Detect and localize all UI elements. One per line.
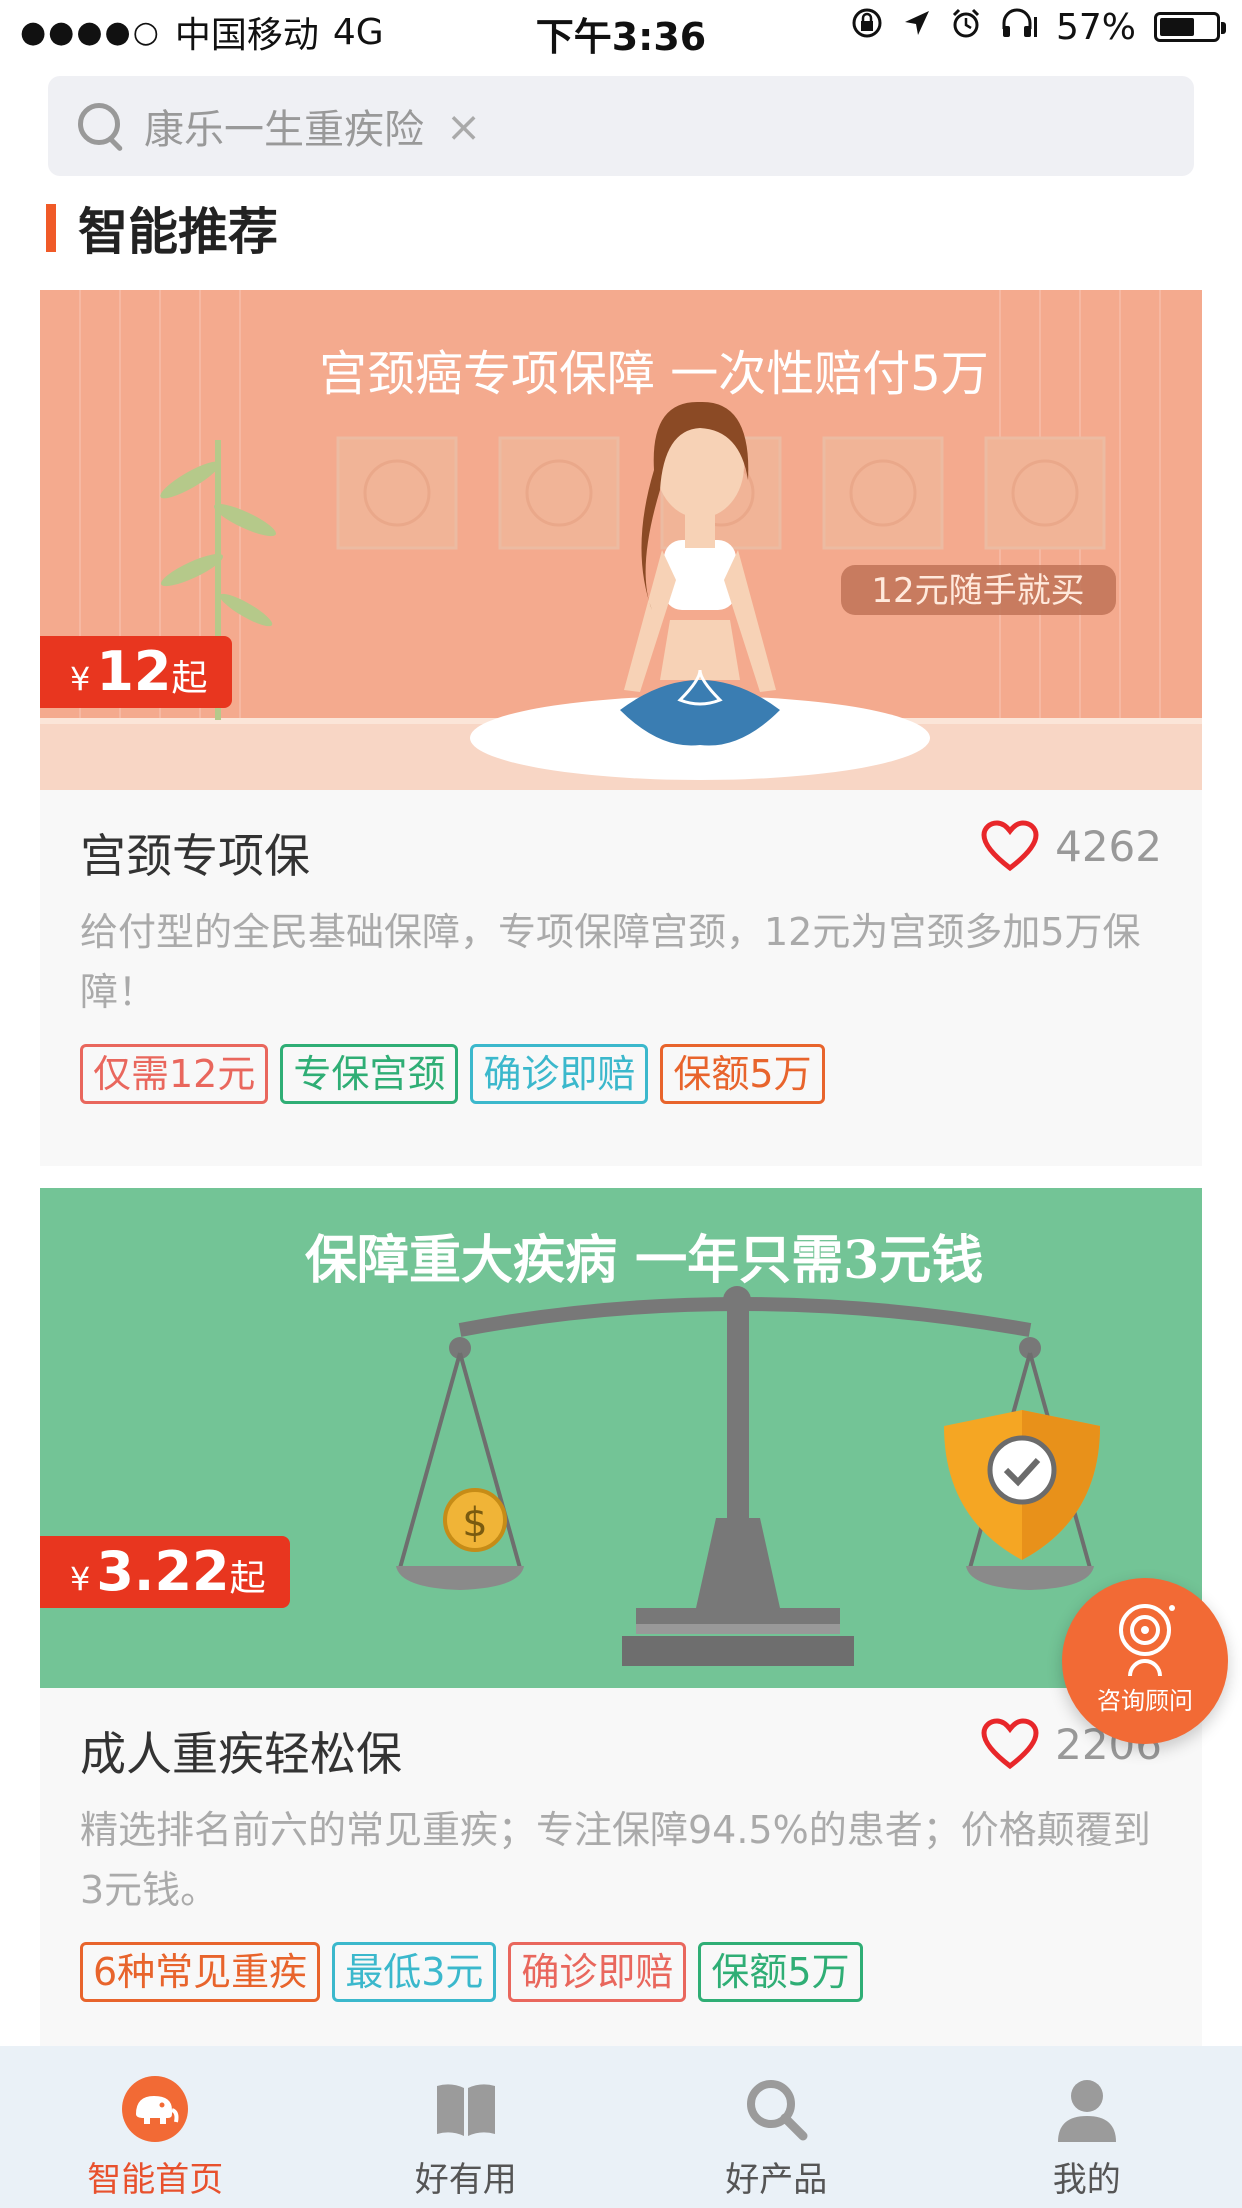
nav-item-useful[interactable]: 好有用 bbox=[311, 2046, 622, 2208]
clear-search-icon[interactable]: × bbox=[446, 102, 481, 151]
price-currency: ¥ bbox=[70, 660, 91, 698]
battery-percent: 57% bbox=[1055, 6, 1136, 48]
nav-label: 智能首页 bbox=[87, 2160, 224, 2200]
battery-icon bbox=[1154, 12, 1226, 42]
tag-list: 仅需12元 专保宫颈 确诊即赔 保额5万 bbox=[80, 1044, 1162, 1104]
elephant-home-icon bbox=[122, 2076, 189, 2142]
price-badge: ¥ 3.22 起 bbox=[40, 1536, 290, 1608]
consult-advisor-button[interactable]: 咨询顾问 bbox=[1062, 1578, 1228, 1744]
card-body: 成人重疾轻松保 2206 精选排名前六的常见重疾；专注保障94.5%的患者；价格… bbox=[40, 1688, 1202, 2002]
location-arrow-icon bbox=[902, 8, 932, 46]
tag-list: 6种常见重疾 最低3元 确诊即赔 保额5万 bbox=[80, 1942, 1162, 2002]
nav-item-products[interactable]: 好产品 bbox=[621, 2046, 932, 2208]
rotation-lock-icon bbox=[850, 6, 884, 48]
search-icon bbox=[78, 103, 124, 152]
nav-label: 好产品 bbox=[725, 2160, 828, 2200]
price-amount: 12 bbox=[96, 640, 172, 703]
price-badge: ¥ 12 起 bbox=[40, 636, 232, 708]
favorite[interactable]: 4262 bbox=[981, 820, 1162, 872]
dollar-coin-icon: $ bbox=[462, 1500, 487, 1546]
search-input[interactable]: 康乐一生重疾险 bbox=[144, 97, 424, 155]
section-title: 智能推荐 bbox=[78, 203, 278, 261]
heart-icon[interactable] bbox=[981, 1718, 1039, 1770]
product-description: 精选排名前六的常见重疾；专注保障94.5%的患者；价格颠覆到3元钱。 bbox=[80, 1808, 1151, 1912]
yoga-banner-image: 宫颈癌专项保障 一次性赔付5万 12元随手就买 bbox=[40, 290, 1202, 790]
advisor-icon bbox=[1119, 1604, 1175, 1677]
bottom-nav: 智能首页 好有用 好产品 我的 bbox=[0, 2046, 1242, 2208]
price-currency: ¥ bbox=[70, 1560, 91, 1598]
section-header: 智能推荐 bbox=[46, 200, 278, 261]
nav-label: 我的 bbox=[1052, 2160, 1121, 2200]
price-suffix: 起 bbox=[171, 658, 208, 699]
product-card[interactable]: 宫颈癌专项保障 一次性赔付5万 12元随手就买 ¥ 12 起 宫颈专项保 426… bbox=[40, 290, 1202, 1166]
person-icon bbox=[1057, 2080, 1116, 2142]
tag: 专保宫颈 bbox=[280, 1044, 459, 1104]
search-icon bbox=[747, 2080, 808, 2141]
price-amount: 3.22 bbox=[96, 1540, 230, 1603]
nav-item-home[interactable]: 智能首页 bbox=[0, 2046, 311, 2208]
price-suffix: 起 bbox=[229, 1558, 266, 1599]
banner-headline: 保障重大疾病 一年只需3元钱 bbox=[305, 1230, 983, 1291]
status-bar: ●●●●○ 中国移动 4G 下午3:36 57% bbox=[0, 0, 1242, 62]
section-accent-bar bbox=[46, 204, 56, 252]
tag: 确诊即赔 bbox=[508, 1942, 687, 2002]
heart-icon[interactable] bbox=[981, 820, 1039, 872]
tag: 确诊即赔 bbox=[470, 1044, 649, 1104]
nav-label: 好有用 bbox=[414, 2160, 517, 2200]
product-banner[interactable]: 宫颈癌专项保障 一次性赔付5万 12元随手就买 ¥ 12 起 bbox=[40, 290, 1202, 790]
consult-label: 咨询顾问 bbox=[1097, 1687, 1193, 1715]
tag: 保额5万 bbox=[698, 1942, 863, 2002]
tag: 仅需12元 bbox=[80, 1044, 269, 1104]
alarm-icon bbox=[950, 7, 982, 47]
card-body: 宫颈专项保 4262 给付型的全民基础保障，专项保障宫颈，12元为宫颈多加5万保… bbox=[40, 790, 1202, 1104]
nav-item-mine[interactable]: 我的 bbox=[932, 2046, 1242, 2208]
banner-headline: 宫颈癌专项保障 一次性赔付5万 bbox=[319, 346, 989, 402]
tag: 保额5万 bbox=[660, 1044, 825, 1104]
tag: 最低3元 bbox=[332, 1942, 497, 2002]
like-count: 4262 bbox=[1055, 821, 1162, 871]
scale-banner-image: 保障重大疾病 一年只需3元钱 $ bbox=[40, 1188, 1202, 1688]
headphones-icon bbox=[1000, 7, 1038, 47]
search-bar[interactable]: 康乐一生重疾险 × bbox=[48, 76, 1194, 176]
tag: 6种常见重疾 bbox=[80, 1942, 321, 2002]
product-card[interactable]: 保障重大疾病 一年只需3元钱 $ ¥ 3.22 起 成人重疾轻松保 2206 精… bbox=[40, 1188, 1202, 2046]
product-description: 给付型的全民基础保障，专项保障宫颈，12元为宫颈多加5万保障！ bbox=[80, 910, 1141, 1014]
book-icon bbox=[436, 2084, 495, 2136]
product-banner[interactable]: 保障重大疾病 一年只需3元钱 $ ¥ 3.22 起 bbox=[40, 1188, 1202, 1688]
status-right: 57% bbox=[850, 6, 1226, 48]
banner-pill: 12元随手就买 bbox=[871, 571, 1084, 611]
